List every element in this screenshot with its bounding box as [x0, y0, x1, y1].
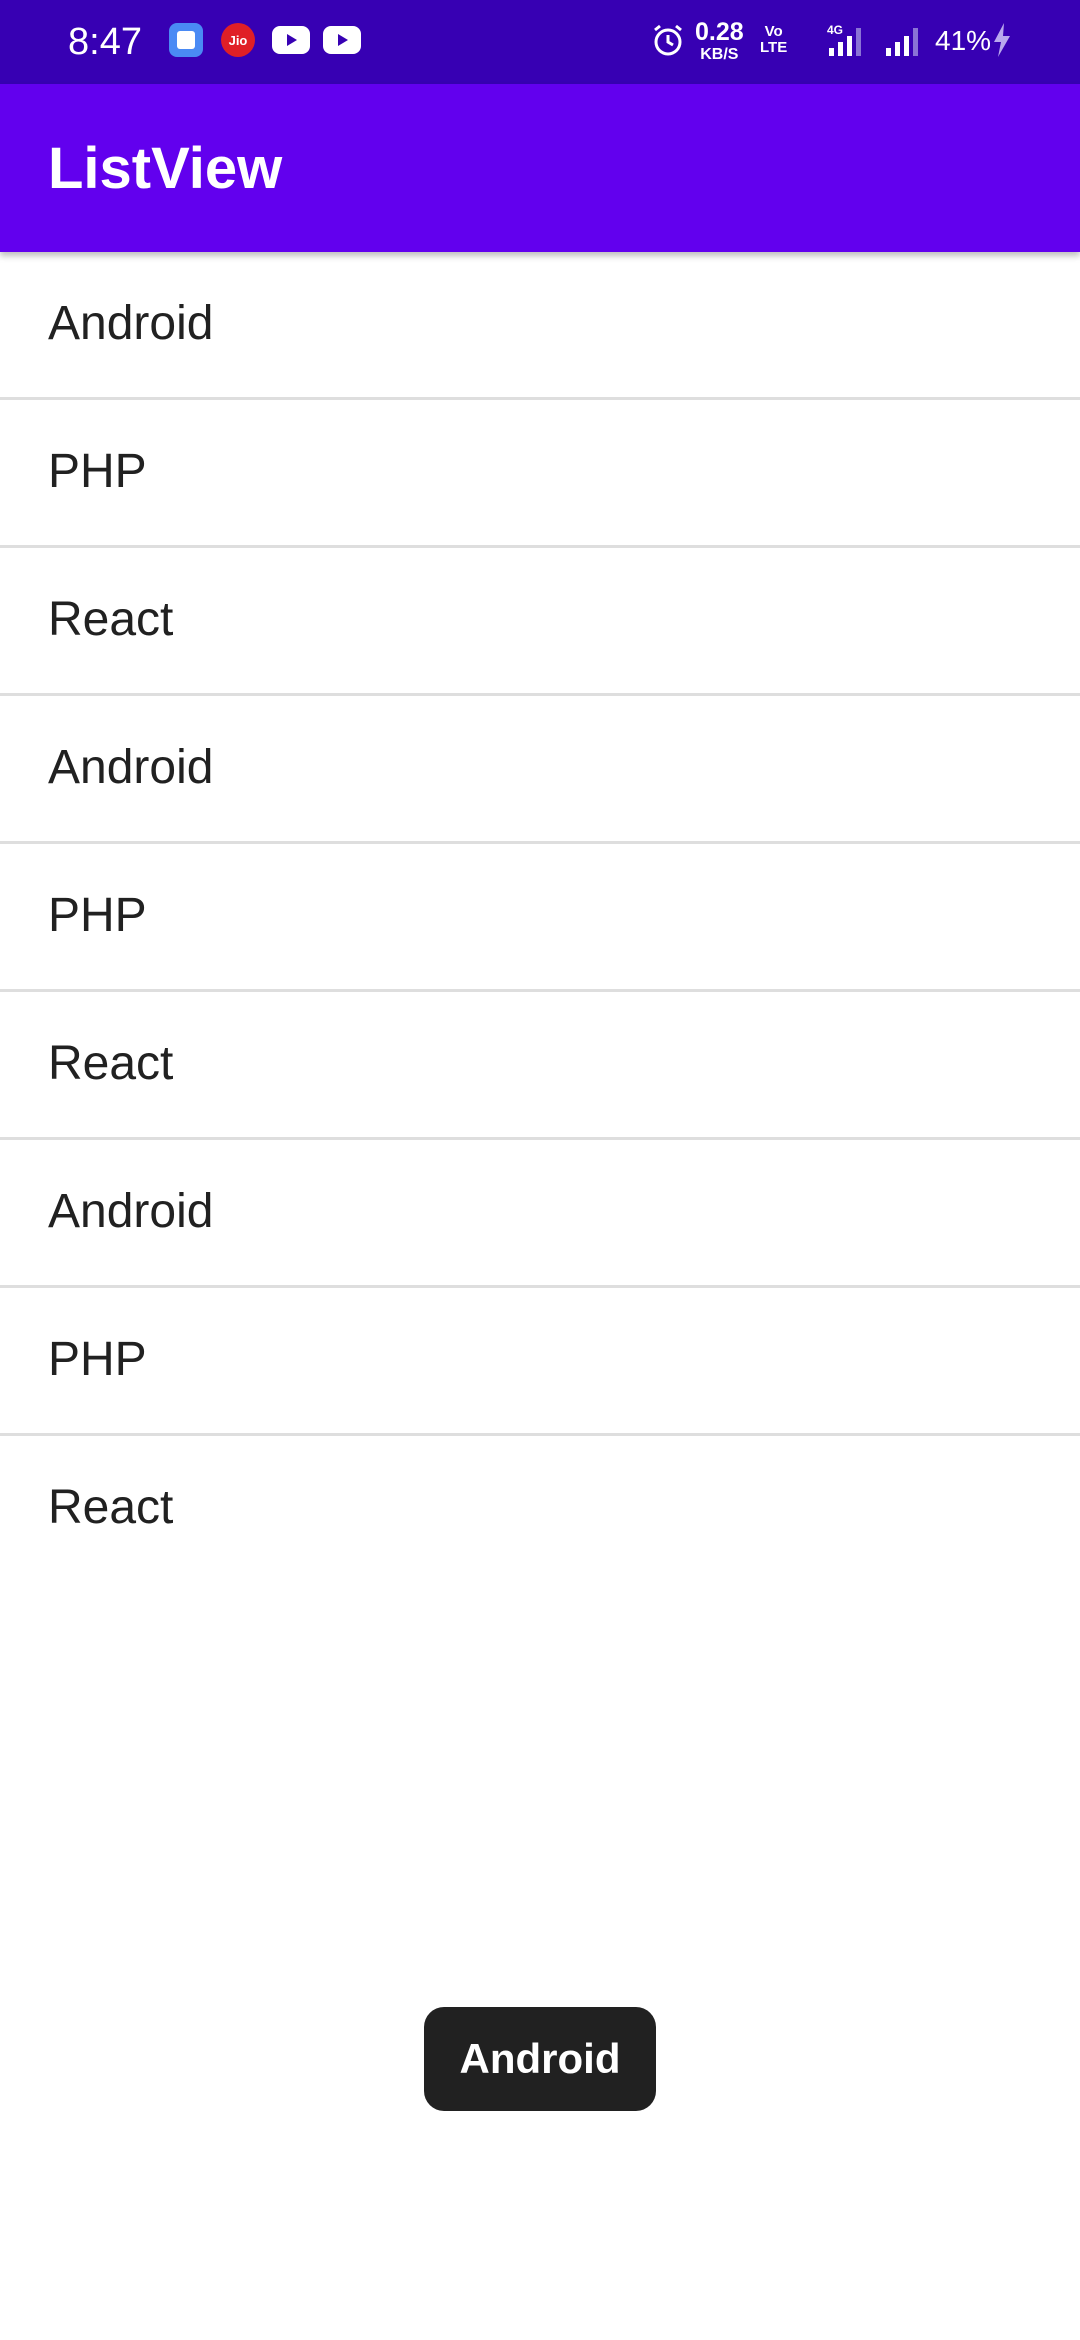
list-item[interactable]: Android: [0, 252, 1080, 400]
list-item-label: PHP: [48, 889, 147, 942]
list-item-label: Android: [48, 741, 214, 794]
list-item[interactable]: PHP: [0, 400, 1080, 548]
charging-icon: [990, 22, 1014, 58]
list-item-label: PHP: [48, 1333, 147, 1386]
status-time: 8:47: [68, 21, 142, 63]
volte-top: Vo: [764, 23, 783, 40]
network-speed-unit: KB/S: [700, 46, 739, 63]
svg-text:Jio: Jio: [229, 33, 248, 48]
app-bar: ListView: [0, 84, 1080, 252]
network-speed: 0.28 KB/S: [695, 20, 744, 63]
list-item[interactable]: PHP: [0, 1288, 1080, 1436]
jio-icon: Jio: [220, 22, 256, 58]
list-item-label: React: [48, 593, 174, 646]
youtube-icon: [323, 22, 361, 58]
signal-icon: 4G: [815, 22, 867, 58]
list-item[interactable]: PHP: [0, 844, 1080, 992]
network-speed-value: 0.28: [695, 18, 744, 46]
alarm-icon: [650, 22, 686, 58]
status-bar: 8:47 Jio 0.28 KB/S Vo LTE 4G 41%: [0, 0, 1080, 84]
network-type: 4G: [827, 23, 843, 37]
app-icon: [168, 22, 204, 58]
app-title: ListView: [48, 136, 283, 201]
volte-bottom: LTE: [760, 38, 788, 56]
list-item[interactable]: Android: [0, 696, 1080, 844]
battery-percent: 41%: [935, 25, 992, 56]
list-item-label: React: [48, 1037, 174, 1090]
list-item[interactable]: React: [0, 548, 1080, 696]
list-view: Android PHP React Android PHP React Andr…: [0, 252, 1080, 1581]
list-item-label: React: [48, 1481, 174, 1534]
list-item-label: Android: [48, 1185, 214, 1238]
list-item[interactable]: Android: [0, 1140, 1080, 1288]
volte-indicator: Vo LTE: [760, 24, 787, 56]
list-item-label: Android: [48, 297, 214, 350]
youtube-icon: [272, 22, 310, 58]
toast-message: Android: [424, 2007, 656, 2111]
list-item-label: PHP: [48, 445, 147, 498]
signal-icon: [882, 22, 926, 58]
list-item[interactable]: React: [0, 1436, 1080, 1581]
list-item[interactable]: React: [0, 992, 1080, 1140]
